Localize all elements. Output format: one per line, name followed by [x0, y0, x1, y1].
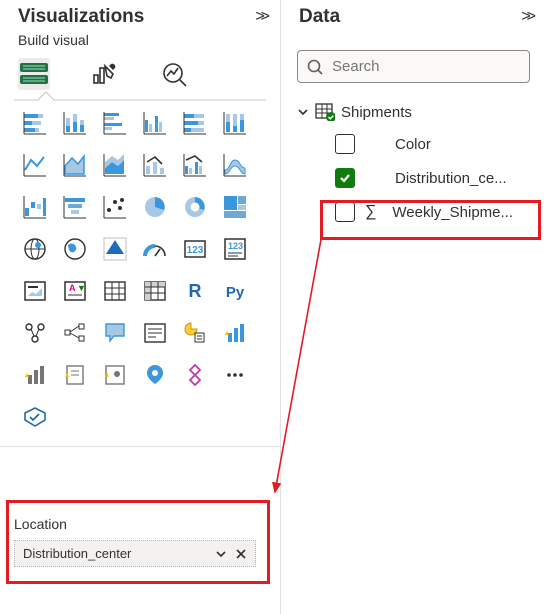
funnel-chart-icon[interactable]: [58, 190, 92, 224]
card-icon[interactable]: 123: [178, 232, 212, 266]
chevron-down-icon[interactable]: [215, 548, 227, 560]
location-field-name: Distribution_center: [23, 546, 131, 561]
decomposition-tree-icon[interactable]: [58, 316, 92, 350]
visual-gallery: 123 123 A▼ R Py: [0, 100, 280, 440]
location-field-item[interactable]: Distribution_center: [14, 540, 256, 567]
more-options-icon[interactable]: [218, 358, 252, 392]
collapse-pane-icon[interactable]: >>: [255, 8, 266, 26]
build-visual-label: Build visual: [0, 32, 280, 54]
pie-chart-icon[interactable]: [138, 190, 172, 224]
table-icon[interactable]: [98, 274, 132, 308]
field-row-highlight: [320, 200, 541, 240]
filled-map-icon[interactable]: [58, 232, 92, 266]
hundred-percent-bar-chart-icon[interactable]: [178, 106, 212, 140]
collapse-data-pane-icon[interactable]: >>: [521, 8, 532, 26]
search-icon: [306, 58, 324, 76]
analytics-tab[interactable]: [158, 58, 190, 90]
multi-row-card-icon[interactable]: 123: [218, 232, 252, 266]
key-influencers-icon[interactable]: [18, 316, 52, 350]
slicer-icon[interactable]: A▼: [58, 274, 92, 308]
power-automate-icon[interactable]: [58, 358, 92, 392]
field-distribution-center[interactable]: Distribution_ce...: [295, 161, 536, 195]
table-icon: [315, 103, 335, 121]
azure-map-icon[interactable]: [98, 232, 132, 266]
ribbon-chart-icon[interactable]: [218, 148, 252, 182]
treemap-icon[interactable]: [218, 190, 252, 224]
matrix-icon[interactable]: [138, 274, 172, 308]
line-clustered-column-chart-icon[interactable]: [178, 148, 212, 182]
field-color-label: Color: [389, 136, 536, 153]
data-title: Data: [299, 6, 340, 28]
arcgis-map-icon[interactable]: [218, 316, 252, 350]
stacked-bar-chart-icon[interactable]: [18, 106, 52, 140]
waterfall-chart-icon[interactable]: [18, 190, 52, 224]
map-icon[interactable]: [18, 232, 52, 266]
smart-narrative-icon[interactable]: [138, 316, 172, 350]
format-visual-tab[interactable]: [88, 58, 120, 90]
esri-map-icon[interactable]: [98, 358, 132, 392]
shape-map-icon[interactable]: [138, 358, 172, 392]
area-chart-icon[interactable]: [58, 148, 92, 182]
line-stacked-column-chart-icon[interactable]: [138, 148, 172, 182]
location-label: Location: [14, 516, 256, 532]
location-field-well: Location Distribution_center: [0, 508, 270, 581]
remove-field-icon[interactable]: [235, 548, 247, 560]
line-chart-icon[interactable]: [18, 148, 52, 182]
table-shipments[interactable]: Shipments: [295, 97, 536, 127]
svg-text:A: A: [69, 283, 76, 293]
visualizations-title: Visualizations: [18, 6, 144, 28]
gauge-icon[interactable]: [138, 232, 172, 266]
power-apps-icon[interactable]: [18, 358, 52, 392]
clustered-bar-chart-icon[interactable]: [98, 106, 132, 140]
build-tabs: [0, 54, 280, 90]
custom-visual-icon[interactable]: [18, 400, 52, 434]
paginated-report-icon[interactable]: [178, 316, 212, 350]
checkbox-distribution-center[interactable]: [335, 168, 355, 188]
svg-text:123: 123: [228, 241, 243, 251]
r-visual-icon[interactable]: R: [178, 274, 212, 308]
build-visual-tab[interactable]: [18, 58, 50, 90]
search-input[interactable]: [297, 50, 530, 83]
hundred-percent-column-chart-icon[interactable]: [218, 106, 252, 140]
qa-visual-icon[interactable]: [98, 316, 132, 350]
checkbox-color[interactable]: [335, 134, 355, 154]
field-dist-label: Distribution_ce...: [389, 170, 536, 187]
chevron-down-icon: [297, 106, 309, 118]
clustered-column-chart-icon[interactable]: [138, 106, 172, 140]
svg-text:R: R: [189, 281, 202, 301]
search-box[interactable]: [297, 50, 530, 83]
stacked-column-chart-icon[interactable]: [58, 106, 92, 140]
svg-text:Py: Py: [226, 284, 245, 301]
get-more-visuals-icon[interactable]: [178, 358, 212, 392]
stacked-area-chart-icon[interactable]: [98, 148, 132, 182]
table-label: Shipments: [341, 104, 412, 121]
field-color[interactable]: Color: [295, 127, 536, 161]
svg-text:▼: ▼: [77, 283, 86, 293]
tab-indicator: [0, 90, 280, 100]
kpi-icon[interactable]: [18, 274, 52, 308]
scatter-chart-icon[interactable]: [98, 190, 132, 224]
python-visual-icon[interactable]: Py: [218, 274, 252, 308]
svg-text:123: 123: [187, 245, 204, 256]
data-pane: Data >> Shipments Color Distribution_ce.…: [280, 0, 546, 614]
donut-chart-icon[interactable]: [178, 190, 212, 224]
